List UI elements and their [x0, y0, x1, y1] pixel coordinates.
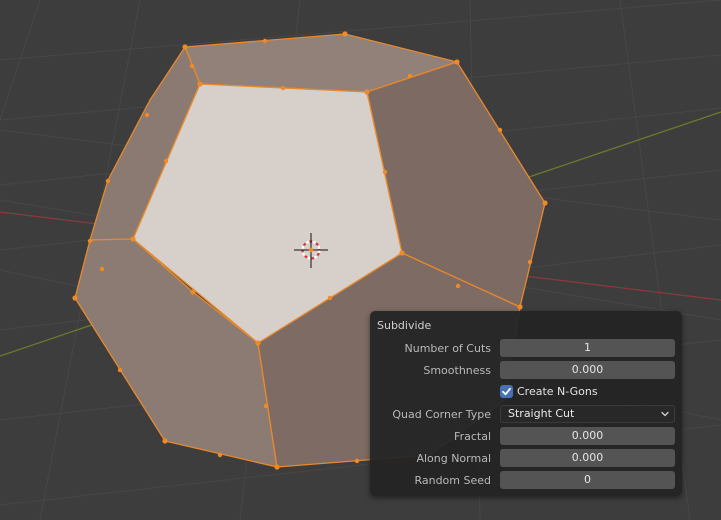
checkmark-icon: [502, 387, 511, 396]
row-number-of-cuts: Number of Cuts 1: [370, 339, 682, 358]
chevron-down-icon: [661, 411, 669, 417]
row-quad-corner-type: Quad Corner Type Straight Cut: [370, 405, 682, 424]
random-seed-field[interactable]: 0: [500, 471, 675, 489]
row-create-ngons: Create N-Gons: [370, 383, 682, 402]
row-fractal: Fractal 0.000: [370, 427, 682, 446]
quad-corner-type-dropdown[interactable]: Straight Cut: [500, 405, 675, 423]
create-ngons-checkbox[interactable]: [500, 385, 513, 398]
number-of-cuts-label: Number of Cuts: [404, 342, 491, 355]
along-normal-field[interactable]: 0.000: [500, 449, 675, 467]
quad-corner-type-label: Quad Corner Type: [392, 408, 491, 421]
smoothness-label: Smoothness: [423, 364, 491, 377]
row-random-seed: Random Seed 0: [370, 471, 682, 490]
smoothness-field[interactable]: 0.000: [500, 361, 675, 379]
row-smoothness: Smoothness 0.000: [370, 361, 682, 380]
create-ngons-label[interactable]: Create N-Gons: [517, 385, 598, 398]
row-along-normal: Along Normal 0.000: [370, 449, 682, 468]
subdivide-operator-panel[interactable]: Subdivide Number of Cuts 1 Smoothness 0.…: [370, 311, 682, 496]
random-seed-label: Random Seed: [414, 474, 491, 487]
along-normal-label: Along Normal: [416, 452, 491, 465]
fractal-label: Fractal: [454, 430, 491, 443]
quad-corner-type-value: Straight Cut: [508, 407, 575, 420]
number-of-cuts-field[interactable]: 1: [500, 339, 675, 357]
panel-title[interactable]: Subdivide: [377, 319, 431, 332]
fractal-field[interactable]: 0.000: [500, 427, 675, 445]
